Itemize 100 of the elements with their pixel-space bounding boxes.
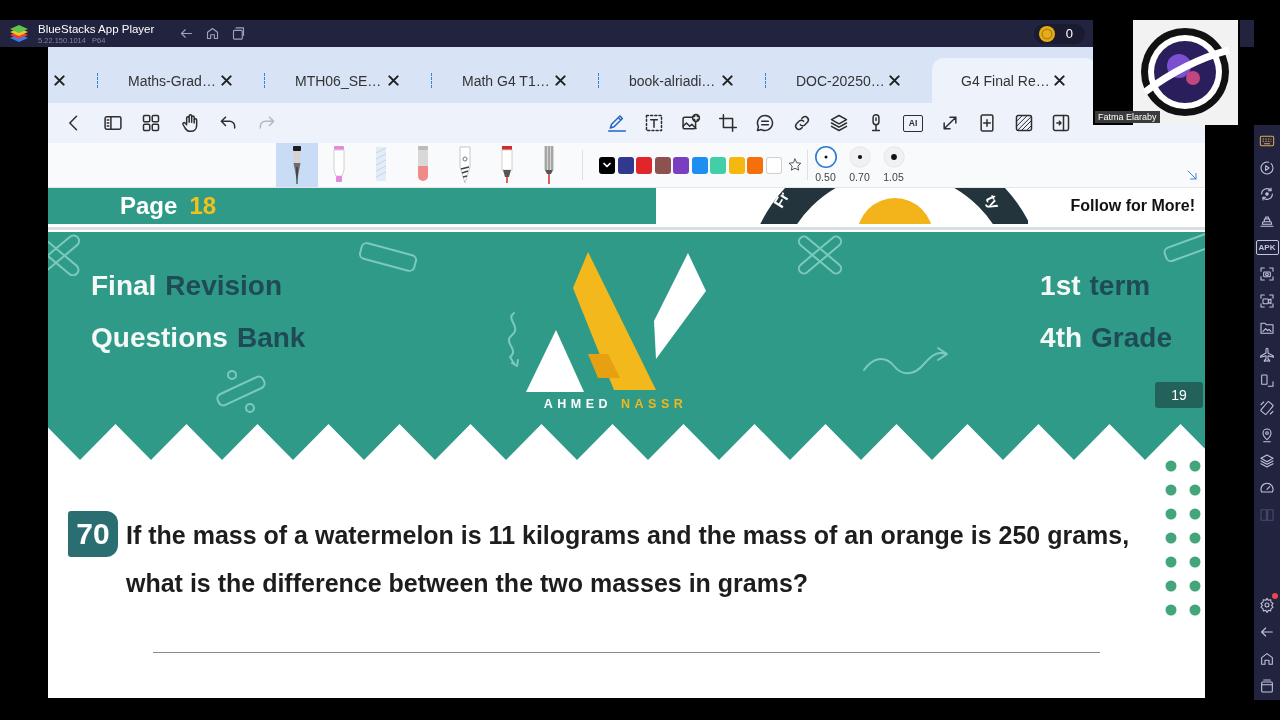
diagonal-arrow-icon[interactable] [1186, 169, 1198, 181]
swatch-icon[interactable] [636, 156, 652, 174]
close-icon[interactable] [555, 75, 566, 86]
banner-heading: 1st [1040, 270, 1081, 302]
banner-heading: Bank [236, 322, 306, 354]
tab[interactable]: DOC-20250… [767, 58, 932, 103]
coin-icon [1038, 25, 1055, 42]
banner-heading: Questions [91, 322, 228, 354]
dot-icon [1165, 460, 1177, 472]
star-icon[interactable] [786, 157, 803, 173]
banner-heading: Grade [1091, 322, 1172, 354]
swatch-icon[interactable] [654, 156, 671, 174]
banner-heading: 4th [1040, 322, 1083, 354]
recent-apps-icon[interactable] [1259, 678, 1275, 694]
airplane-icon[interactable] [1259, 346, 1275, 363]
play-icon[interactable] [1259, 159, 1275, 176]
tab[interactable]: book-alriadi… [600, 58, 765, 103]
close-icon[interactable] [889, 75, 900, 86]
stack-icon[interactable] [1259, 213, 1275, 230]
dot-icon [1165, 508, 1177, 520]
close-icon[interactable] [1054, 75, 1065, 86]
question-text: If the mass of a watermelon is 11 kilograms and the mass of an orange is 250 grams, what is the difference between the two masses in grams? [126, 520, 1131, 599]
page-number-badge: 19 [1155, 382, 1203, 408]
close-icon[interactable] [388, 75, 399, 86]
dot-icon [1165, 580, 1177, 592]
name-tooltip: Fatma Elaraby [1095, 111, 1160, 123]
close-icon[interactable] [54, 75, 65, 86]
swatch-icon[interactable] [728, 156, 745, 174]
logo-name: AHMED [543, 397, 613, 412]
comment-icon[interactable] [755, 113, 775, 133]
pen-button[interactable] [276, 143, 318, 187]
dot-icon [1189, 508, 1201, 520]
layers-icon[interactable] [829, 113, 849, 133]
stroke-size-option[interactable]: 0.70 [844, 146, 875, 183]
camera-icon[interactable] [1259, 266, 1275, 283]
image-add-icon[interactable] [681, 113, 701, 133]
tilted-phone-icon[interactable] [1259, 399, 1275, 416]
coin-count: 0 [1065, 25, 1073, 42]
apk-button[interactable]: APK [1255, 240, 1279, 256]
tab[interactable]: MTH06_SE… [266, 58, 431, 103]
logo-name: NASSR [621, 397, 688, 412]
hand-icon[interactable] [179, 113, 200, 133]
dot-icon [1165, 484, 1177, 496]
dot-icon [1189, 460, 1201, 472]
close-icon[interactable] [221, 75, 232, 86]
text-box-icon[interactable] [644, 113, 664, 133]
add-page-icon[interactable] [977, 113, 997, 133]
dot-icon [1189, 556, 1201, 568]
question-number-badge: 70 [68, 511, 118, 557]
tab[interactable]: Math G4 T1… [433, 58, 598, 103]
swatch-icon[interactable] [747, 156, 763, 174]
sync-icon[interactable] [1259, 186, 1275, 203]
keyboard-icon[interactable] [1259, 133, 1275, 149]
logo-text: Fr [770, 189, 793, 211]
link-icon[interactable] [792, 113, 812, 133]
swatch-icon[interactable] [765, 156, 782, 174]
back-icon[interactable] [179, 26, 195, 41]
split-panel-icon[interactable] [1051, 113, 1071, 133]
home-icon[interactable] [1259, 651, 1275, 667]
stroke-dot-icon [848, 146, 871, 168]
swatch-icon[interactable] [710, 156, 726, 174]
rotate-device-icon[interactable] [1259, 373, 1275, 390]
location-pin-icon[interactable] [1259, 426, 1275, 443]
recent-apps-icon[interactable] [231, 26, 247, 41]
stroke-size-option[interactable]: 1.05 [878, 146, 909, 183]
pen-icon[interactable] [607, 113, 627, 133]
swatch-icon[interactable] [691, 156, 708, 174]
dot-icon [1165, 532, 1177, 544]
swatch-icon[interactable] [617, 156, 634, 174]
stroke-dot-icon [814, 146, 837, 168]
stroke-dot-icon [882, 146, 905, 168]
dot-icon [1165, 604, 1177, 616]
swatch-icon[interactable] [673, 156, 689, 174]
swatch-icon[interactable] [599, 156, 615, 174]
follow-text: Follow for More! [1070, 197, 1195, 215]
grid-icon[interactable] [141, 113, 162, 133]
dot-icon [1165, 556, 1177, 568]
logo-text: ty [982, 192, 1003, 212]
home-icon[interactable] [205, 26, 221, 41]
layers-icon[interactable] [1259, 453, 1275, 470]
dot-icon [1189, 532, 1201, 544]
tab[interactable]: Maths-Grad… [99, 58, 264, 103]
page-label: Page [120, 192, 178, 220]
banner-heading: term [1089, 270, 1151, 302]
banner-heading: Revision [165, 270, 283, 302]
ai-button[interactable]: AI [903, 114, 923, 132]
banner-heading: Final [91, 270, 157, 302]
expand-icon[interactable] [940, 113, 960, 133]
app-title: BlueStacks App Player [38, 22, 155, 36]
dot-icon [1189, 484, 1201, 496]
close-icon[interactable] [722, 75, 733, 86]
hatch-pattern-icon[interactable] [1014, 113, 1034, 133]
back-icon[interactable] [1259, 624, 1275, 640]
dot-icon [1189, 580, 1201, 592]
coin-counter[interactable]: 0 [1033, 23, 1085, 44]
settings-icon[interactable] [1259, 597, 1275, 613]
crop-icon[interactable] [718, 113, 738, 133]
video-camera-icon[interactable] [1259, 293, 1275, 310]
panel-icon[interactable] [102, 113, 123, 133]
stroke-size-option[interactable]: 0.50 [810, 146, 841, 183]
